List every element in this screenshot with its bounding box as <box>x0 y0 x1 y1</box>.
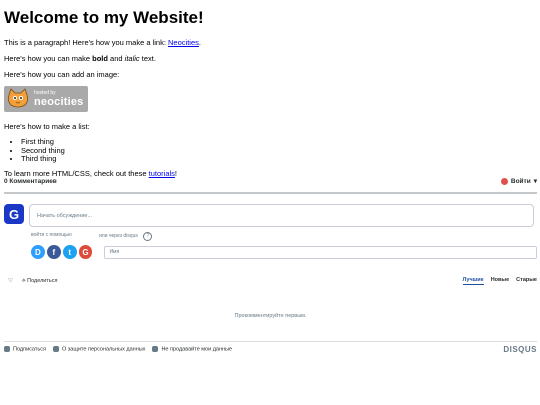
avatar: G <box>4 204 24 224</box>
login-label: Войти <box>510 177 531 185</box>
privacy-link[interactable]: О защите персональных данных <box>52 346 146 353</box>
footer-divider <box>4 341 537 342</box>
subscribe-link[interactable]: Подписаться <box>4 346 46 353</box>
page-title: Welcome to my Website! <box>4 8 204 27</box>
chevron-down-icon: ▾ <box>533 178 537 185</box>
tab-best[interactable]: Лучшие <box>462 277 484 285</box>
italic-text: italic <box>124 54 140 63</box>
para2-end: text. <box>139 54 156 63</box>
notification-dot-icon <box>500 177 508 185</box>
page-content: Welcome to my Website! This is a paragra… <box>4 0 536 185</box>
login-dropdown[interactable]: Войти ▾ <box>500 177 537 185</box>
twitter-login-icon[interactable]: t <box>62 245 77 259</box>
privacy-label: О защите персональных данных <box>61 346 146 353</box>
or-disqus-text: или через disqus <box>99 233 138 239</box>
warning-icon <box>152 346 159 353</box>
compose-row: G Начать обсуждение... <box>4 204 537 227</box>
para2-mid: and <box>107 54 125 63</box>
sort-tabs: Лучшие Новые Старые <box>462 277 537 285</box>
bold-text: bold <box>92 54 108 63</box>
list-item: Third thing <box>21 154 536 164</box>
share-button[interactable]: ⟡ Поделиться <box>22 278 58 285</box>
social-login-row: D f t G Имя <box>31 245 538 259</box>
name-input[interactable]: Имя <box>104 245 538 259</box>
paragraph-formatting: Here's how you can make bold and italic … <box>4 54 536 64</box>
header-divider <box>4 192 537 194</box>
share-icon: ⟡ <box>21 277 26 284</box>
disqus-footer: Подписаться О защите персональных данных… <box>4 345 537 354</box>
footer-links: Подписаться О защите персональных данных… <box>4 346 233 353</box>
badge-big-text: neocities <box>34 96 84 108</box>
neocities-cat-icon <box>6 88 30 110</box>
paragraph-list: Here's how to make a list: <box>4 122 90 131</box>
bullet-list: First thing Second thing Third thing <box>4 137 536 164</box>
lock-icon <box>52 346 59 353</box>
empty-message: Прокомментируйте первым. <box>234 313 307 319</box>
thread-actions: ♡ ⟡ Поделиться <box>8 278 57 285</box>
disqus-header: 0 Комментариев Войти ▾ <box>4 172 537 190</box>
share-label: Поделиться <box>27 277 58 284</box>
facebook-login-icon[interactable]: f <box>46 245 61 259</box>
disqus-thread: 0 Комментариев Войти ▾ G Начать обсужден… <box>4 172 538 354</box>
mail-icon <box>4 346 10 353</box>
auth-labels: войти с помощью или через disqus ? <box>31 232 537 241</box>
heart-icon[interactable]: ♡ <box>8 278 13 284</box>
comment-input[interactable]: Начать обсуждение... <box>29 204 534 227</box>
thread-toolbar: ♡ ⟡ Поделиться Лучшие Новые Старые <box>4 277 537 285</box>
badge-text: hosted by neocities <box>34 90 84 108</box>
subscribe-label: Подписаться <box>13 346 46 353</box>
neocities-link[interactable]: Neocities <box>168 38 199 47</box>
list-item: First thing <box>21 137 536 147</box>
login-with-label: войти с помощью <box>31 232 72 238</box>
neocities-badge[interactable]: hosted by neocities <box>4 86 88 112</box>
para2-text: Here's how you can make <box>4 54 93 63</box>
tab-newest[interactable]: Новые <box>491 277 509 285</box>
para1-end: . <box>198 38 201 47</box>
list-item: Second thing <box>21 146 536 156</box>
paragraph-link: This is a paragraph! Here's how you make… <box>4 38 536 48</box>
comment-count: 0 Комментариев <box>4 177 57 185</box>
do-not-sell-link[interactable]: Не продавайте мои данные <box>152 346 233 353</box>
paragraph-image: Here's how you can add an image: <box>4 70 120 79</box>
para1-text: This is a paragraph! Here's how you make… <box>4 38 169 47</box>
help-icon[interactable]: ? <box>143 232 153 241</box>
do-not-sell-label: Не продавайте мои данные <box>161 346 233 353</box>
google-login-icon[interactable]: G <box>78 245 93 259</box>
or-disqus-label: или через disqus ? <box>99 232 153 241</box>
tab-oldest[interactable]: Старые <box>516 277 537 285</box>
disqus-logo[interactable]: DISQUS <box>503 345 537 354</box>
disqus-login-icon[interactable]: D <box>31 245 45 259</box>
